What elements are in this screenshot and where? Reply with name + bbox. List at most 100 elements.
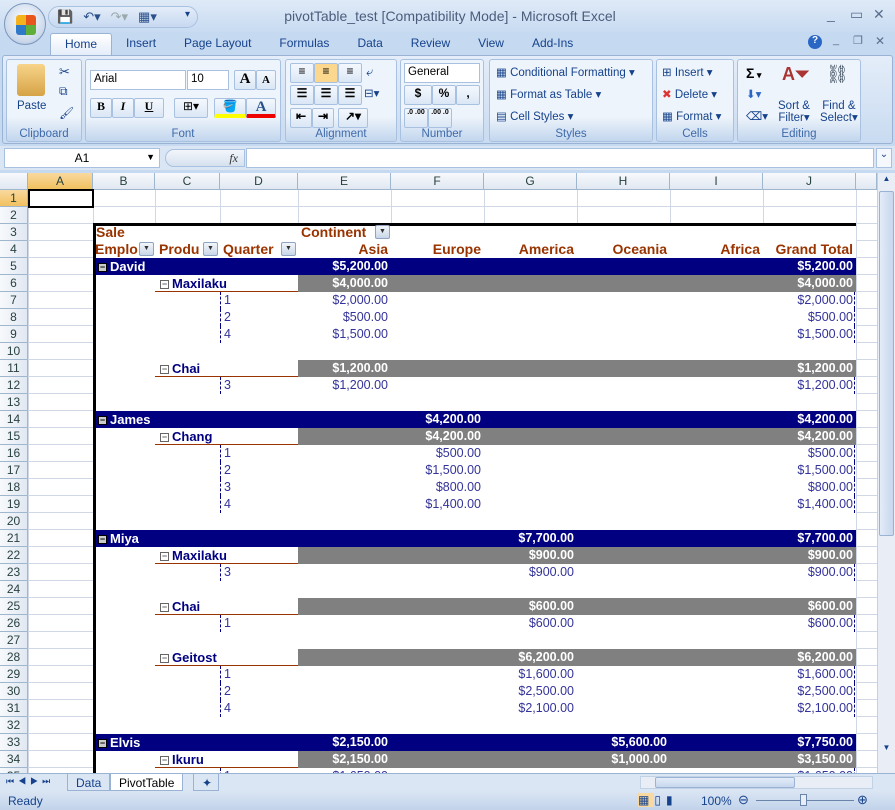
pivot-value-cell[interactable]: $500.00 [391,445,481,462]
column-header-B[interactable]: B [93,173,155,190]
row-field-filter-dropdown[interactable]: ▼ [203,242,218,256]
pivot-value-cell[interactable]: $600.00 [484,615,574,632]
pivot-value-cell[interactable]: $2,100.00 [484,700,574,717]
pivot-value-cell[interactable]: $6,200.00 [484,649,574,666]
row-header-13[interactable]: 13 [0,394,28,411]
pivot-value-cell[interactable]: $1,600.00 [484,666,574,683]
pivot-value-cell[interactable]: $600.00 [763,615,853,632]
pivot-value-cell[interactable]: $6,200.00 [763,649,853,666]
redo-icon[interactable]: ↷▾ [111,9,128,25]
percent-button[interactable]: % [432,85,456,105]
row-header-18[interactable]: 18 [0,479,28,496]
pivot-value-cell[interactable]: $1,600.00 [763,666,853,683]
pivot-value-cell[interactable]: $2,150.00 [298,734,388,751]
pivot-value-cell[interactable]: $4,000.00 [298,275,388,292]
tab-review[interactable]: Review [397,33,464,55]
column-header-C[interactable]: C [155,173,220,190]
pivot-value-cell[interactable]: $900.00 [763,547,853,564]
collapse-icon[interactable]: − [160,654,169,663]
workbook-close-icon[interactable]: ✕ [875,34,885,48]
column-header-I[interactable]: I [670,173,763,190]
pivot-value-cell[interactable]: $2,100.00 [763,700,853,717]
pivot-value-cell[interactable]: $600.00 [763,598,853,615]
merge-center-icon[interactable]: ⊟▾ [364,86,379,100]
row-field-filter-dropdown[interactable]: ▼ [139,242,154,256]
workbook-restore-icon[interactable]: ❐ [853,34,863,47]
comma-button[interactable]: , [456,85,480,105]
insert-function-button[interactable]: fx [165,149,245,167]
employee-label[interactable]: − Elvis [98,734,140,751]
pivot-value-cell[interactable]: $5,200.00 [763,258,853,275]
maximize-icon[interactable]: ▭ [850,6,863,23]
binoculars-icon[interactable]: ⛓ [826,64,849,85]
sheet-tab-data[interactable]: Data [67,774,111,791]
fill-icon[interactable]: ⬇▾ [746,87,761,101]
pivot-value-cell[interactable]: $4,000.00 [763,275,853,292]
top-align-icon[interactable]: ≡ [290,63,314,83]
fill-color-button[interactable]: 🪣 [214,98,246,118]
tab-page-layout[interactable]: Page Layout [170,33,265,55]
row-header-23[interactable]: 23 [0,564,28,581]
collapse-icon[interactable]: − [160,756,169,765]
pivot-value-cell[interactable]: $7,750.00 [763,734,853,751]
pivot-value-cell[interactable]: $3,150.00 [763,751,853,768]
column-header-E[interactable]: E [298,173,391,190]
collapse-icon[interactable]: − [98,535,107,544]
insert-cells-button[interactable]: ⊞ Insert ▾ [662,65,713,79]
pivot-value-cell[interactable]: $900.00 [484,564,574,581]
number-format-select[interactable]: General [404,63,480,83]
sort-filter-icon[interactable]: A⏷ [782,64,809,85]
product-label[interactable]: − Maxilaku [160,275,227,292]
employee-label[interactable]: − James [98,411,150,428]
pivot-value-cell[interactable]: $1,500.00 [763,326,853,343]
row-header-33[interactable]: 33 [0,734,28,751]
row-header-14[interactable]: 14 [0,411,28,428]
row-header-22[interactable]: 22 [0,547,28,564]
pivot-value-cell[interactable]: $900.00 [763,564,853,581]
font-size-select[interactable]: 10 [187,70,229,90]
decrease-indent-icon[interactable]: ⇤ [290,108,312,128]
pivot-value-cell[interactable]: $1,000.00 [577,751,667,768]
format-cells-button[interactable]: ▦ Format ▾ [662,109,721,123]
column-header-K[interactable] [856,173,877,190]
collapse-icon[interactable]: − [98,416,107,425]
row-header-15[interactable]: 15 [0,428,28,445]
row-header-16[interactable]: 16 [0,445,28,462]
collapse-icon[interactable]: − [160,365,169,374]
shrink-font-button[interactable]: A [256,70,276,90]
pivot-value-cell[interactable]: $500.00 [298,309,388,326]
paste-icon[interactable] [17,64,45,96]
continent-filter-dropdown[interactable]: ▼ [375,225,390,239]
horizontal-scroll-thumb[interactable] [655,777,795,788]
column-header-H[interactable]: H [577,173,670,190]
close-icon[interactable]: ✕ [873,6,885,23]
expand-formula-bar-icon[interactable]: ⌄ [876,148,892,168]
row-header-29[interactable]: 29 [0,666,28,683]
pivot-value-cell[interactable]: $1,400.00 [391,496,481,513]
row-header-30[interactable]: 30 [0,683,28,700]
scroll-up-icon[interactable]: ▲ [879,174,894,189]
formula-input[interactable] [246,148,874,168]
paste-button[interactable]: Paste [17,100,46,112]
bottom-align-icon[interactable]: ≡ [338,63,362,83]
column-header-J[interactable]: J [763,173,856,190]
pivot-value-cell[interactable]: $2,500.00 [484,683,574,700]
italic-button[interactable]: I [112,98,134,118]
save-icon[interactable]: 💾 [57,9,73,25]
pivot-value-cell[interactable]: $4,200.00 [391,411,481,428]
pivot-value-cell[interactable]: $1,200.00 [298,360,388,377]
pivot-value-cell[interactable]: $600.00 [484,598,574,615]
pivot-value-cell[interactable]: $4,200.00 [763,428,853,445]
product-label[interactable]: − Geitost [160,649,217,666]
collapse-icon[interactable]: − [160,433,169,442]
row-header-9[interactable]: 9 [0,326,28,343]
undo-icon[interactable]: ↶▾ [83,9,100,25]
cell-styles-button[interactable]: ▤ Cell Styles ▾ [496,109,573,123]
pivot-value-cell[interactable]: $900.00 [484,547,574,564]
name-box[interactable]: A1 ▼ [4,148,160,168]
zoom-out-icon[interactable]: ⊖ [738,792,749,808]
row-header-1[interactable]: 1 [0,190,28,207]
worksheet-grid[interactable]: A B C D E F G H I J 1 2 3 4 5 6 7 8 9 10 11 12 13 14 15 16 17 18 19 2… [0,173,877,773]
sheet-nav-icons[interactable]: ⏮◀▶⏭ [6,776,54,787]
pivot-value-cell[interactable]: $2,000.00 [298,292,388,309]
